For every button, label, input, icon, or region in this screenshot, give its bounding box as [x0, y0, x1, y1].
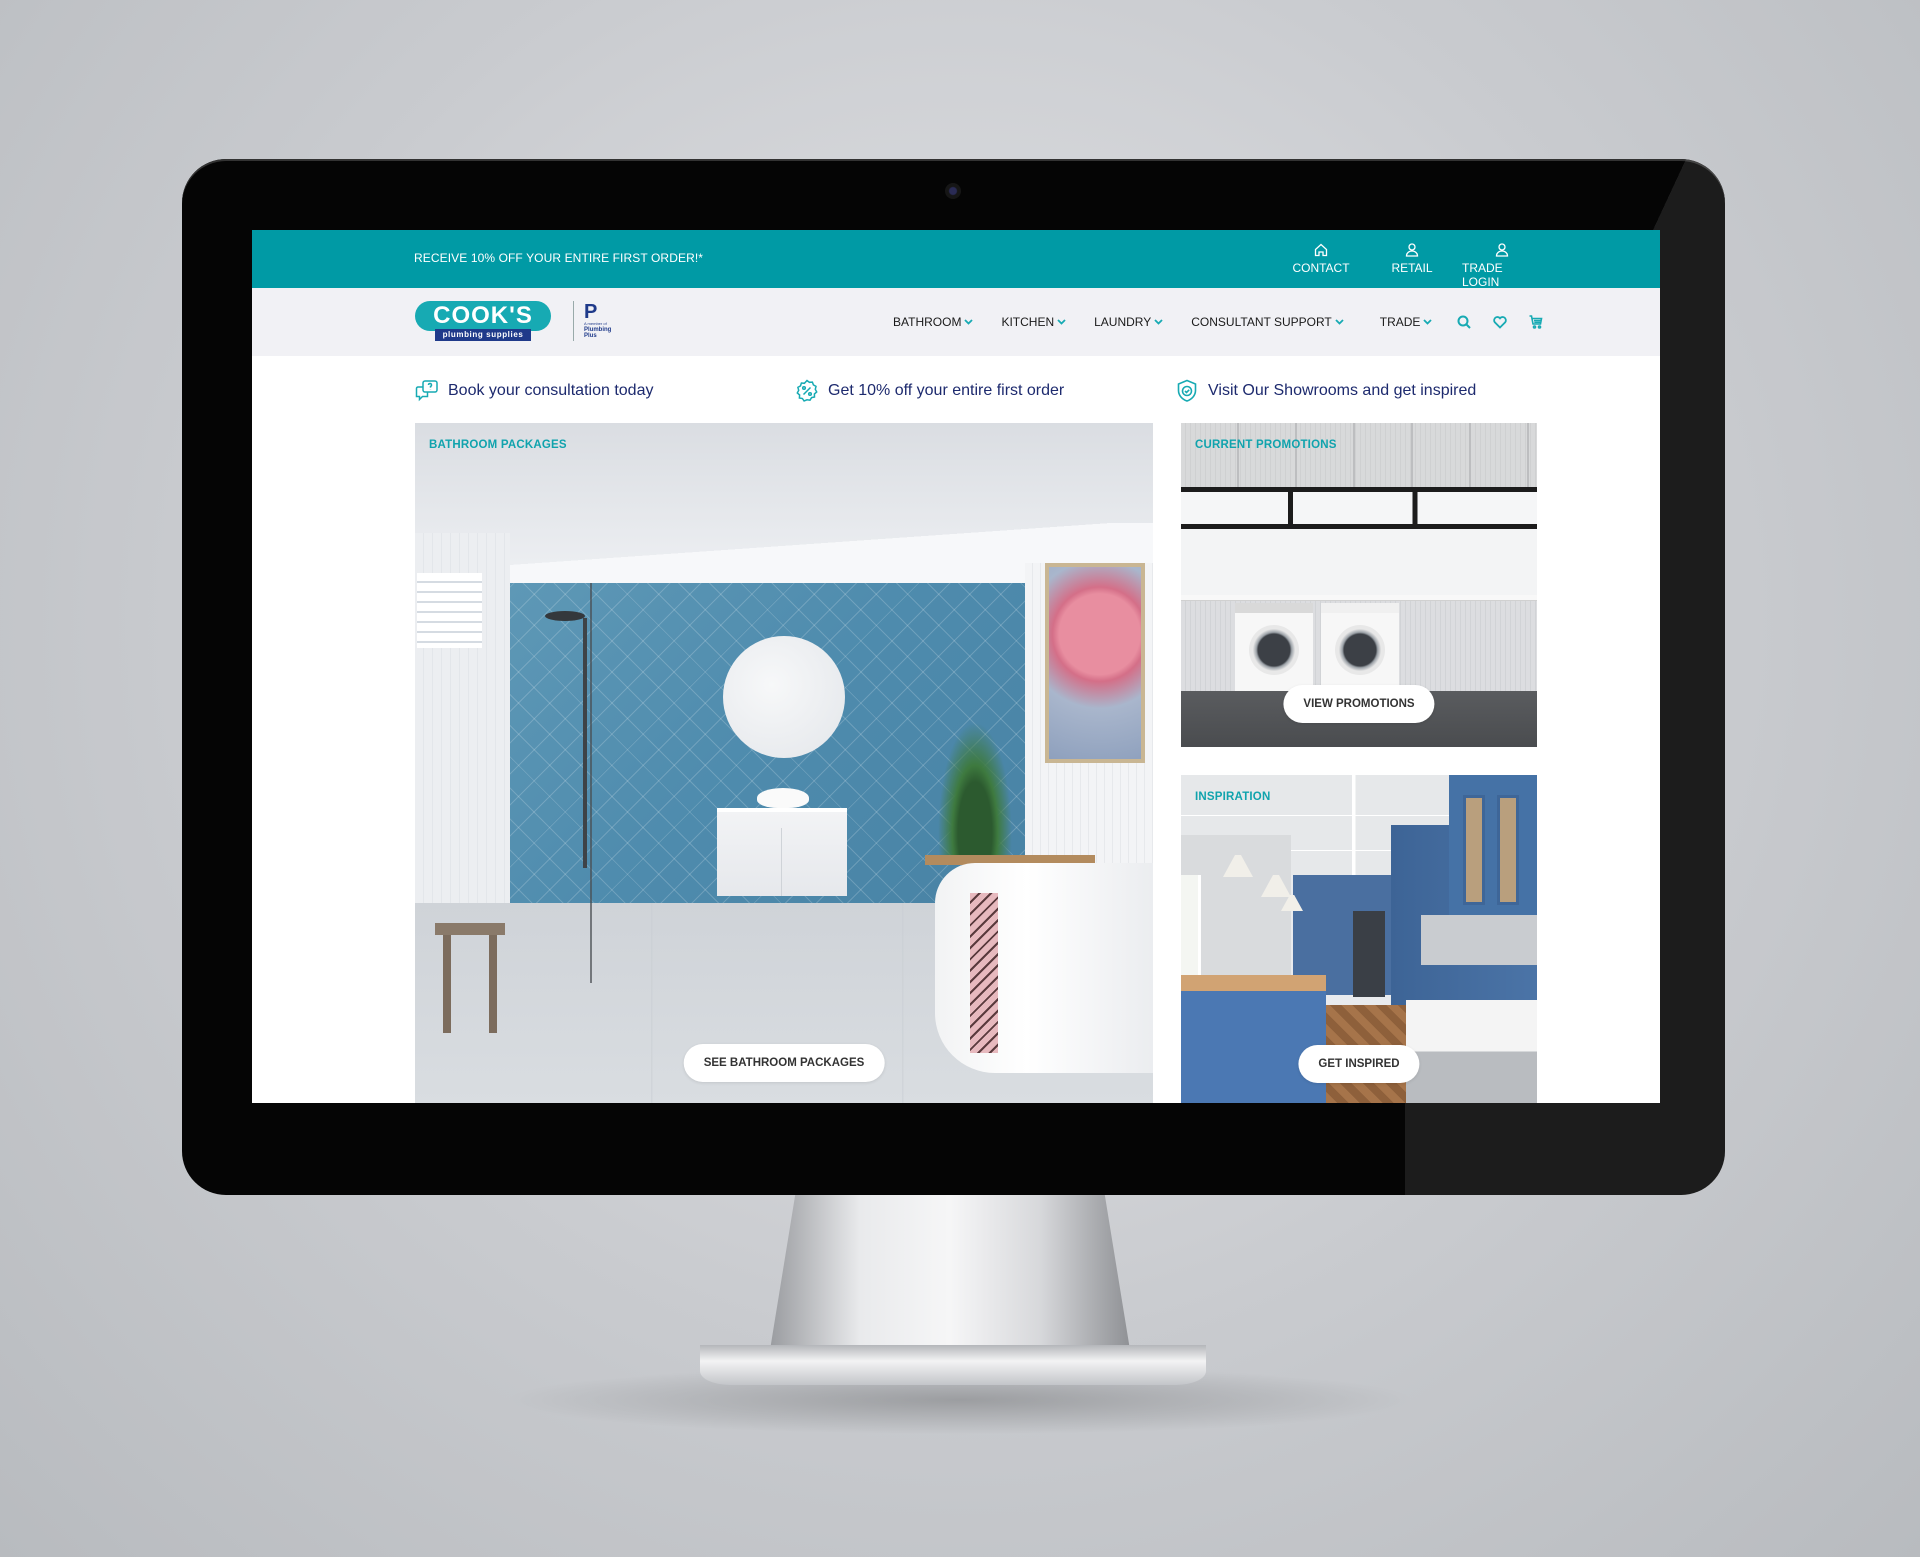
see-bathroom-packages-button[interactable]: SEE BATHROOM PACKAGES — [683, 1044, 885, 1082]
kitchen-sink-bench — [1406, 1000, 1537, 1103]
utility-nav: CONTACT RETAIL TRADE LOGIN — [1286, 242, 1542, 289]
chevron-down-icon — [1423, 319, 1433, 325]
chevron-down-icon — [1154, 319, 1163, 325]
laundry-open-shelf — [1181, 487, 1537, 529]
tile-bathroom-label: BATHROOM PACKAGES — [429, 439, 567, 451]
laundry-washer — [1321, 603, 1399, 693]
nav-consultant-support-label: CONSULTANT SUPPORT — [1191, 315, 1332, 329]
usp-row: Book your consultation today Get 10% off… — [414, 378, 1534, 408]
bathroom-shower-head — [545, 611, 585, 621]
view-promotions-button[interactable]: VIEW PROMOTIONS — [1283, 685, 1435, 723]
contact-label: CONTACT — [1292, 261, 1350, 275]
nav-laundry[interactable]: LAUNDRY — [1094, 315, 1163, 329]
nav-kitchen[interactable]: KITCHEN — [1001, 315, 1066, 329]
kitchen-splashback — [1421, 915, 1537, 965]
tile-current-promotions[interactable]: CURRENT PROMOTIONS VIEW PROMOTIONS — [1181, 423, 1537, 747]
webcam — [945, 183, 961, 199]
promo-bar: RECEIVE 10% OFF YOUR ENTIRE FIRST ORDER!… — [252, 230, 1660, 289]
kitchen-island — [1181, 975, 1326, 1103]
usp-consultation[interactable]: Book your consultation today — [414, 378, 653, 404]
laundry-splashback — [1181, 529, 1537, 597]
percent-badge-icon — [796, 379, 818, 402]
shield-check-icon — [1177, 379, 1197, 402]
website-screen: RECEIVE 10% OFF YOUR ENTIRE FIRST ORDER!… — [252, 230, 1660, 1103]
site-logo[interactable]: COOK'S plumbing supplies P A member of P… — [415, 301, 611, 341]
bathroom-stool — [435, 923, 505, 1033]
usp-showrooms[interactable]: Visit Our Showrooms and get inspired — [1174, 378, 1476, 404]
usp-discount-text: Get 10% off your entire first order — [828, 382, 1065, 399]
kitchen-glass-cabinet — [1497, 795, 1519, 905]
laundry-dryer — [1235, 603, 1313, 693]
cooks-logo-brand: COOK'S — [415, 301, 551, 331]
user-icon — [1495, 243, 1509, 257]
nav-bathroom[interactable]: BATHROOM — [893, 315, 974, 329]
home-icon — [1314, 243, 1328, 257]
retail-label: RETAIL — [1391, 261, 1433, 275]
kitchen-glass-cabinet — [1463, 795, 1485, 905]
bathroom-window — [417, 573, 482, 648]
tile-promotions-label: CURRENT PROMOTIONS — [1195, 439, 1337, 451]
laundry-upper-cabinets — [1181, 423, 1537, 487]
user-icon — [1405, 243, 1419, 257]
site-header: COOK'S plumbing supplies P A member of P… — [252, 288, 1660, 356]
bathroom-shower-rail — [583, 618, 587, 868]
cooks-logo-tagline: plumbing supplies — [435, 329, 531, 341]
usp-showrooms-text: Visit Our Showrooms and get inspired — [1208, 382, 1477, 399]
usp-discount[interactable]: Get 10% off your entire first order — [794, 378, 1064, 404]
plumbing-plus-mark: P — [584, 301, 598, 323]
logo-divider — [573, 301, 574, 341]
bathroom-plant — [935, 713, 1015, 863]
usp-consultation-text: Book your consultation today — [448, 382, 654, 399]
contact-link[interactable]: CONTACT — [1286, 242, 1356, 289]
bathroom-basin — [757, 788, 809, 808]
trade-login-link[interactable]: TRADE LOGIN — [1462, 242, 1542, 289]
cooks-logo: COOK'S plumbing supplies — [415, 301, 551, 341]
chat-question-icon — [415, 380, 438, 402]
nav-kitchen-label: KITCHEN — [1001, 315, 1055, 329]
kitchen-window — [1181, 875, 1201, 975]
monitor-stand-base — [700, 1345, 1206, 1385]
tile-bathroom-packages[interactable]: BATHROOM PACKAGES SEE BATHROOM PACKAGES — [415, 423, 1153, 1103]
nav-trade-label: TRADE — [1379, 315, 1421, 329]
chevron-down-icon — [964, 319, 974, 325]
kitchen-pantry-door — [1353, 911, 1385, 997]
nav-trade[interactable]: TRADE — [1380, 315, 1433, 329]
tile-inspiration[interactable]: INSPIRATION GET INSPIRED — [1181, 775, 1537, 1103]
chevron-down-icon — [1335, 319, 1344, 325]
plumbing-plus-text-2: Plus — [584, 333, 597, 339]
monitor-stand-neck — [770, 1195, 1130, 1350]
bathroom-mirror — [723, 636, 845, 758]
bathroom-vanity — [717, 808, 847, 896]
bathroom-bathtub — [935, 863, 1153, 1073]
get-inspired-button[interactable]: GET INSPIRED — [1298, 1045, 1420, 1083]
nav-consultant-support[interactable]: CONSULTANT SUPPORT — [1191, 315, 1344, 329]
retail-link[interactable]: RETAIL — [1382, 242, 1442, 289]
bathroom-shower-glass — [590, 583, 592, 983]
heart-icon[interactable] — [1492, 314, 1508, 330]
chevron-down-icon — [1057, 319, 1066, 325]
plumbing-plus-logo: P A member of Plumbing Plus — [584, 301, 611, 339]
nav-laundry-label: LAUNDRY — [1094, 315, 1152, 329]
bathroom-towel — [970, 893, 998, 1053]
nav-bathroom-label: BATHROOM — [893, 315, 962, 329]
main-nav: BATHROOM KITCHEN LAUNDRY CONSULTANT SUPP… — [893, 314, 1564, 330]
bathroom-artwork — [1045, 563, 1145, 763]
tile-inspiration-label: INSPIRATION — [1195, 791, 1271, 803]
promo-bar-text: RECEIVE 10% OFF YOUR ENTIRE FIRST ORDER!… — [414, 251, 704, 265]
cart-icon[interactable] — [1528, 314, 1544, 330]
trade-login-label: TRADE LOGIN — [1462, 261, 1503, 289]
search-icon[interactable] — [1456, 314, 1472, 330]
